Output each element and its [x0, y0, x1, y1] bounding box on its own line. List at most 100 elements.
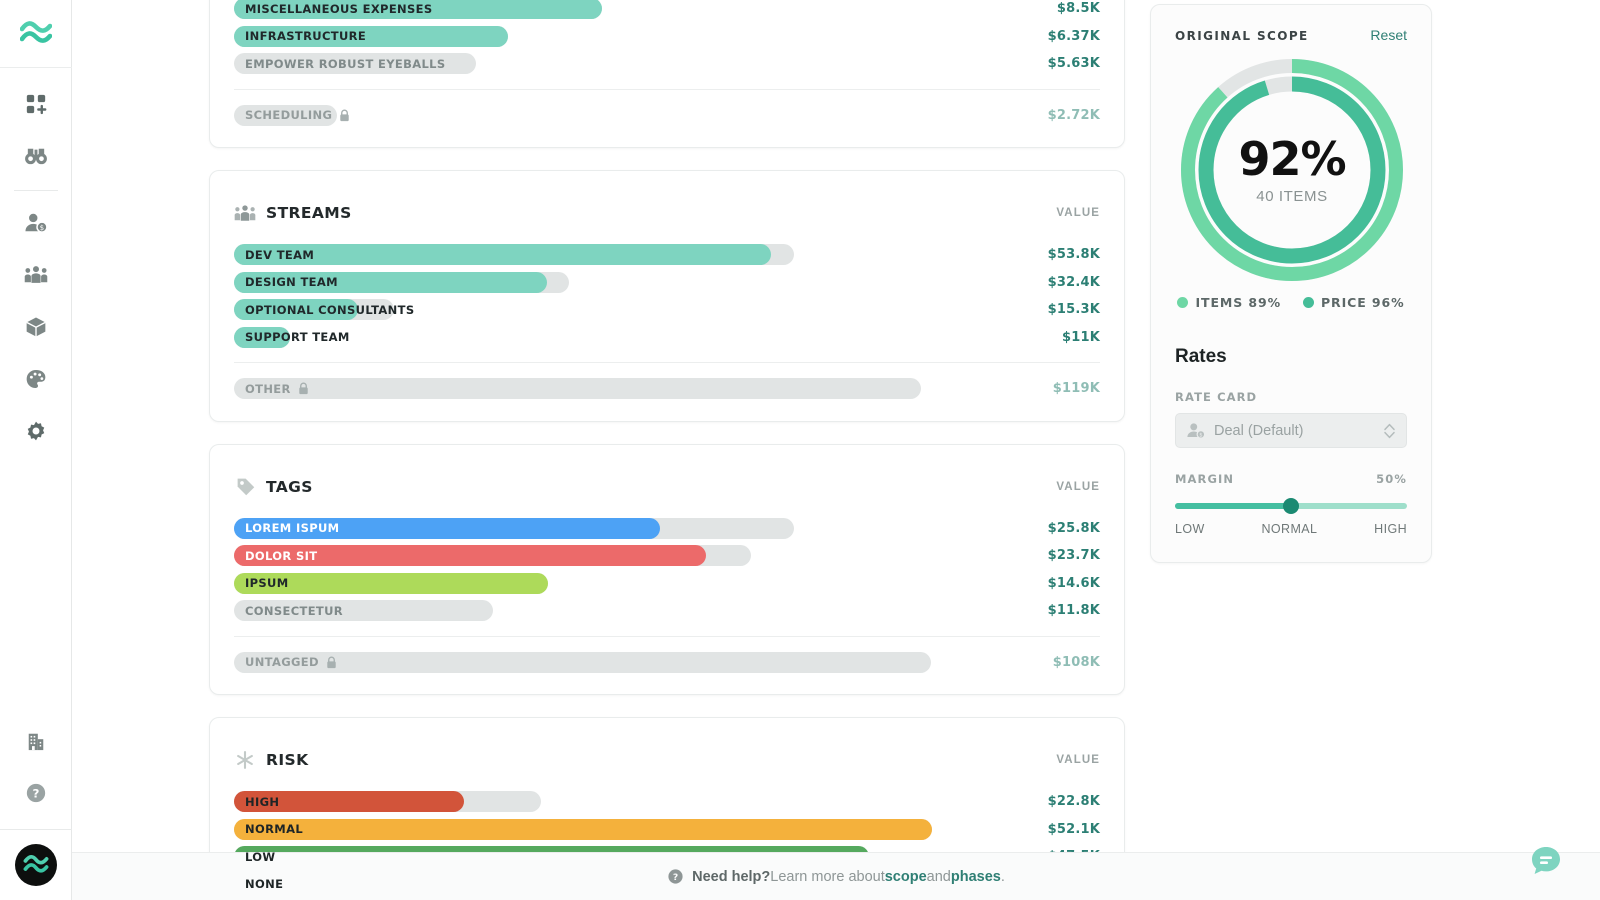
data-row[interactable]: CONSECTETUR $11.8K [234, 597, 1100, 625]
margin-slider[interactable] [1175, 498, 1407, 514]
footer-link-phases[interactable]: phases [951, 869, 1001, 885]
gear-icon [27, 421, 44, 441]
donut-inner-arc-price [1198, 76, 1386, 264]
bar[interactable]: INFRASTRUCTURE [234, 25, 1008, 47]
bar[interactable]: EMPOWER ROBUST EYEBALLS [234, 53, 1008, 75]
other-row[interactable]: UNTAGGED $108K [234, 649, 1100, 677]
sidebar-item-explore[interactable] [12, 132, 60, 180]
reset-button[interactable]: Reset [1370, 27, 1407, 43]
bar[interactable]: UNTAGGED [234, 651, 1008, 673]
bar[interactable]: SUPPORT TEAM [234, 326, 1008, 348]
value-column-header: VALUE [1056, 207, 1100, 219]
bar[interactable]: IPSUM [234, 572, 1008, 594]
bar[interactable]: LOREM ISPUM [234, 517, 1008, 539]
data-row[interactable]: DEV TEAM $53.8K [234, 241, 1100, 269]
data-row[interactable]: DOLOR SIT $23.7K [234, 542, 1100, 570]
data-row[interactable]: MISCELLANEOUS EXPENSES $8.5K [234, 0, 1100, 23]
scroll-content: MISCELLANEOUS EXPENSES $8.5K INFRASTRUCTUR… [72, 0, 1600, 900]
row-value: $32.4K [1047, 274, 1100, 290]
bar-label: HIGH [245, 794, 280, 809]
data-row[interactable]: INFRASTRUCTURE $6.37K [234, 23, 1100, 51]
app-logo[interactable] [0, 0, 72, 68]
data-row[interactable]: OPTIONAL CONSULTANTS $15.3K [234, 296, 1100, 324]
footer: ? Need help? Learn more about scope and … [72, 853, 1600, 900]
bar-label: NORMAL [245, 822, 304, 837]
data-row[interactable]: SUPPORT TEAM $11K [234, 324, 1100, 352]
data-row[interactable]: EMPOWER ROBUST EYEBALLS $5.63K [234, 50, 1100, 78]
bar[interactable]: CONSECTETUR [234, 600, 1008, 622]
slider-tick-0: LOW [1175, 522, 1205, 536]
bar-label: DOLOR SIT [245, 548, 318, 563]
bar-label: DESIGN TEAM [245, 275, 338, 290]
data-row[interactable]: IPSUM $14.6K [234, 570, 1100, 598]
person-dollar-icon: $ [1187, 422, 1206, 439]
row-value: $52.1K [1047, 821, 1100, 837]
card-title: STREAMS [266, 204, 352, 222]
people-group-icon [24, 266, 47, 283]
bar-label: SUPPORT TEAM [245, 330, 350, 345]
row-divider [234, 635, 1100, 637]
asterisk-icon [234, 749, 256, 771]
card-title: RISK [266, 751, 309, 769]
sidebar-item-settings[interactable] [12, 407, 60, 455]
sidebar-item-help[interactable]: ? [12, 769, 60, 817]
bar-label: OPTIONAL CONSULTANTS [245, 302, 415, 317]
waves-logo-icon [19, 20, 52, 43]
other-row[interactable]: OTHER $119K [234, 375, 1100, 403]
question-circle-icon: ? [26, 783, 46, 803]
bar[interactable]: NORMAL [234, 818, 1008, 840]
slider-ticks: LOW NORMAL HIGH [1175, 522, 1407, 536]
tag-icon [237, 478, 254, 496]
sidebar-item-company[interactable] [12, 717, 60, 765]
donut-svg [1181, 59, 1403, 281]
sidebar-item-branding[interactable] [12, 355, 60, 403]
slider-fill [1175, 503, 1291, 509]
bar-label: OTHER [245, 378, 309, 399]
box-icon [25, 317, 46, 337]
row-value: $11.8K [1047, 603, 1100, 619]
row-value: $5.63K [1047, 56, 1100, 72]
row-value: $119K [1052, 381, 1100, 397]
data-row[interactable]: DESIGN TEAM $32.4K [234, 269, 1100, 297]
bar[interactable]: HIGH [234, 791, 1008, 813]
bar[interactable]: OPTIONAL CONSULTANTS [234, 299, 1008, 321]
bar-label: EMPOWER ROBUST EYEBALLS [245, 56, 446, 71]
row-value: $53.8K [1047, 247, 1100, 263]
sidebar-item-teams[interactable] [12, 251, 60, 299]
sidebar-item-dashboard[interactable] [12, 80, 60, 128]
sidebar-divider [13, 190, 58, 191]
slider-knob[interactable] [1283, 498, 1299, 514]
palette-icon [26, 370, 45, 388]
card-tags: TAGS VALUE LOREM ISPUM $25.8K DOLOR SIT $23.7… [209, 443, 1125, 695]
bar[interactable]: DOLOR SIT [234, 545, 1008, 567]
avatar[interactable] [15, 844, 57, 886]
bar[interactable]: DESIGN TEAM [234, 271, 1008, 293]
bar[interactable]: MISCELLANEOUS EXPENSES [234, 0, 1008, 20]
bar[interactable]: DEV TEAM [234, 244, 1008, 266]
footer-link-scope[interactable]: scope [885, 869, 927, 885]
chat-bubble-icon [1532, 847, 1560, 874]
bar[interactable]: OTHER [234, 378, 1008, 400]
asterisk-icon [237, 751, 253, 769]
svg-text:?: ? [33, 787, 40, 801]
donut-legend: ITEMS 89% PRICE 96% [1175, 295, 1407, 310]
other-row[interactable]: SCHEDULING $2.72K [234, 102, 1100, 130]
sidebar-item-products[interactable] [12, 303, 60, 351]
row-value: $11K [1061, 329, 1100, 345]
rate-card-select[interactable]: $ Deal (Default) [1175, 413, 1407, 448]
bar[interactable]: SCHEDULING [234, 104, 1008, 126]
data-row[interactable]: LOREM ISPUM $25.8K [234, 515, 1100, 543]
chat-bubble-button[interactable] [1528, 843, 1564, 879]
data-row[interactable]: HIGH $22.8K [234, 788, 1100, 816]
bar-track [234, 651, 931, 673]
data-row[interactable]: NORMAL $52.1K [234, 816, 1100, 844]
legend-item-0: ITEMS 89% [1177, 295, 1281, 310]
row-value: $6.37K [1047, 28, 1100, 44]
left-sidebar: $ ? [0, 0, 72, 900]
row-value: $8.5K [1056, 1, 1100, 17]
sidebar-item-clients[interactable]: $ [12, 199, 60, 247]
row-value: $14.6K [1047, 575, 1100, 591]
main-content: MISCELLANEOUS EXPENSES $8.5K INFRASTRUCTUR… [72, 0, 1600, 900]
bar-label: UNTAGGED [245, 652, 337, 673]
footer-text-3: . [1000, 868, 1005, 885]
